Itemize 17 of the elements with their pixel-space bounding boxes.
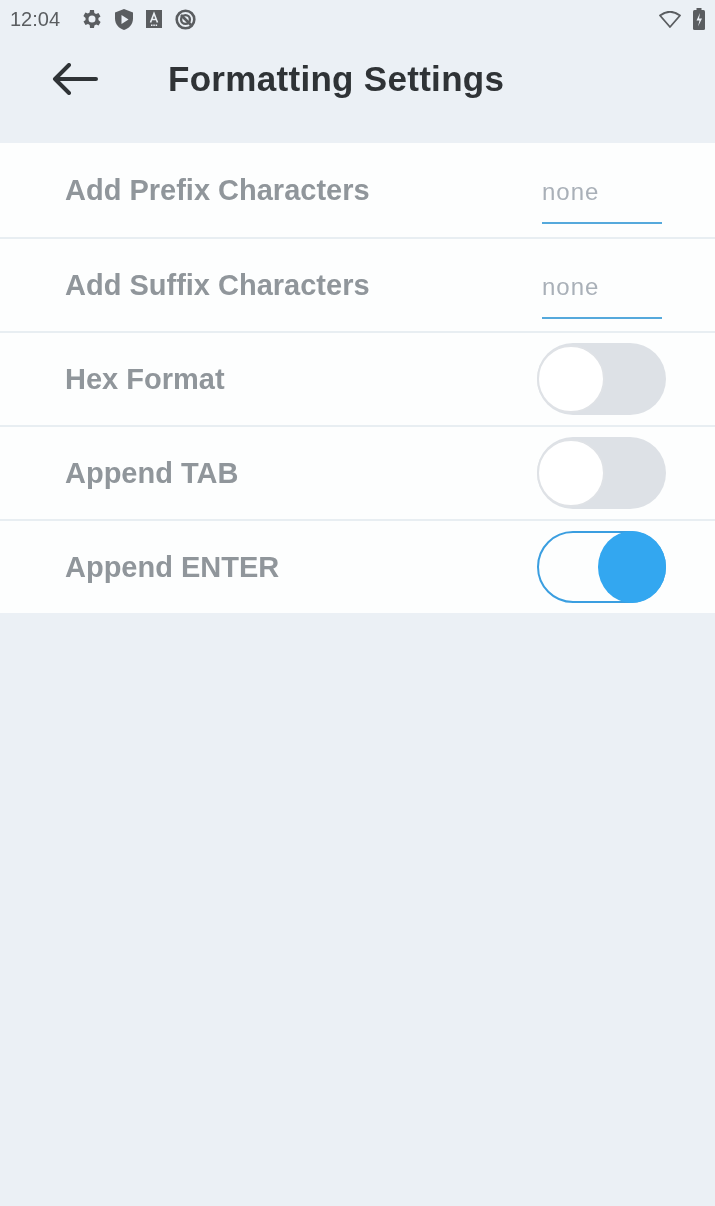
back-arrow-icon [52,62,98,95]
setting-label: Add Suffix Characters [65,268,371,302]
screen-title: Formatting Settings [168,58,505,99]
status-time: 12:04 [10,7,61,31]
input-field[interactable]: none [542,178,662,224]
circle-slash-icon [175,8,197,30]
setting-label: Add Prefix Characters [65,173,371,207]
shield-play-icon [115,8,134,30]
gear-icon [82,9,103,29]
input-field[interactable]: none [542,273,662,319]
wifi-icon [659,10,681,28]
setting-label: Append ENTER [65,550,281,584]
battery-charging-icon [693,8,705,30]
setting-label: Append TAB [65,456,240,490]
back-button[interactable] [52,62,98,95]
setting-label: Hex Format [65,362,226,396]
text-box-icon [146,10,163,28]
